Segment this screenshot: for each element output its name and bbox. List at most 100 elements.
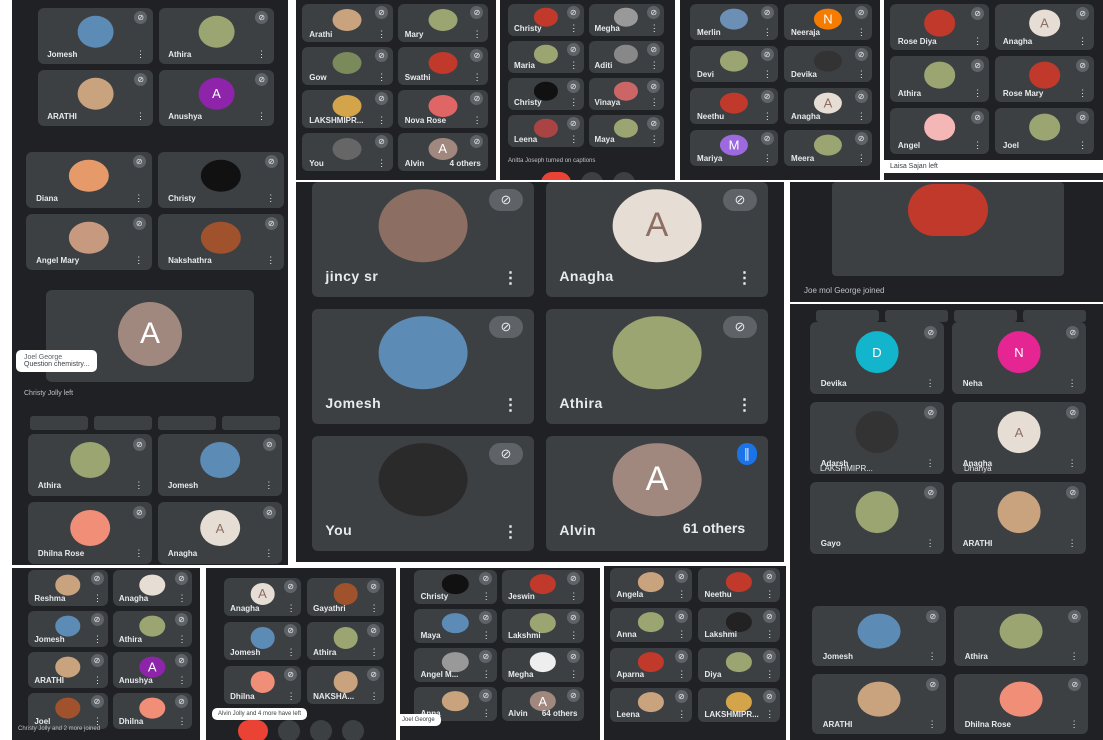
participant-tile[interactable]: ⊘ You ⋮ (312, 436, 534, 551)
more-options-icon[interactable]: ⋮ (266, 255, 275, 265)
more-options-icon[interactable]: ⋮ (257, 49, 266, 59)
camera-button[interactable] (310, 720, 332, 740)
more-options-icon[interactable]: ⋮ (569, 630, 578, 640)
more-options-icon[interactable]: ⋮ (473, 72, 482, 82)
more-options-icon[interactable]: ⋮ (93, 634, 102, 644)
more-options-icon[interactable]: ⋮ (763, 153, 772, 163)
more-options-icon[interactable]: ⋮ (569, 591, 578, 601)
more-options-icon[interactable]: ⋮ (482, 669, 491, 679)
more-options-icon[interactable]: ⋮ (1068, 378, 1077, 388)
participant-tile[interactable]: ⊘ You ⋮ (302, 133, 393, 171)
more-options-icon[interactable]: ⋮ (928, 651, 937, 661)
more-options-icon[interactable]: ⋮ (1078, 36, 1087, 46)
more-options-icon[interactable]: ⋮ (973, 36, 982, 46)
more-options-icon[interactable]: ⋮ (482, 591, 491, 601)
more-options-icon[interactable]: ⋮ (736, 397, 752, 414)
participant-tile[interactable]: A ⊘ Anagha ⋮ (995, 4, 1094, 50)
more-options-icon[interactable]: ⋮ (763, 69, 772, 79)
video-tile[interactable] (832, 182, 1064, 276)
more-options-icon[interactable]: ⋮ (264, 549, 273, 558)
more-options-icon[interactable]: ⋮ (502, 270, 518, 287)
participant-tile[interactable]: ⊘ Meera ⋮ (784, 130, 872, 166)
participant-tile[interactable]: ⊘ Jomesh ⋮ (312, 309, 534, 424)
participant-tile[interactable]: ⊘ Joel ⋮ (995, 108, 1094, 154)
participant-tile[interactable]: ⊘ Neethu ⋮ (698, 568, 780, 602)
participant-tile[interactable]: ⊘ Reshma ⋮ (28, 570, 108, 606)
more-options-icon[interactable]: ⋮ (973, 88, 982, 98)
participant-tile[interactable]: N ⊘ Neeraja ⋮ (784, 4, 872, 40)
participant-tile[interactable]: ⊘ Nova Rose ⋮ (397, 90, 488, 128)
more-options-icon[interactable]: ⋮ (134, 549, 143, 558)
more-options-icon[interactable]: ⋮ (502, 397, 518, 414)
more-options-icon[interactable]: ⋮ (482, 630, 491, 640)
participant-tile[interactable]: ⊘ Jomesh ⋮ (224, 622, 301, 660)
more-options-icon[interactable]: ⋮ (765, 629, 774, 639)
more-options-icon[interactable]: ⋮ (569, 135, 578, 144)
more-options-icon[interactable]: ⋮ (569, 61, 578, 70)
more-options-icon[interactable]: ⋮ (377, 115, 386, 125)
participant-tile[interactable]: ⊘ Megha ⋮ (588, 4, 664, 36)
more-options-icon[interactable]: ⋮ (502, 524, 518, 541)
participant-tile[interactable]: ⊘ Nakshathra ⋮ (158, 214, 284, 270)
more-options-icon[interactable]: ⋮ (857, 111, 866, 121)
more-options-icon[interactable]: ⋮ (926, 378, 935, 388)
more-options-icon[interactable]: ⋮ (677, 709, 686, 719)
more-options-icon[interactable]: ⋮ (569, 669, 578, 679)
more-options-icon[interactable]: ⋮ (1078, 140, 1087, 150)
more-options-icon[interactable]: ⋮ (264, 481, 273, 490)
more-options-icon[interactable]: ⋮ (287, 647, 296, 657)
participant-tile[interactable]: ⊘ Lakshmi ⋮ (501, 609, 584, 643)
others-count-badge[interactable]: 64 others (542, 709, 578, 718)
participant-tile[interactable]: A ⊘ Anagha ⋮ (784, 88, 872, 124)
participant-tile[interactable]: A ⊘ Anushya ⋮ (159, 70, 274, 126)
more-options-icon[interactable]: ⋮ (928, 719, 937, 729)
participant-tile[interactable]: ⊘ Anna ⋮ (610, 608, 692, 642)
participant-tile[interactable]: ⊘ Gayo ⋮ (810, 482, 944, 554)
participant-tile[interactable]: A ⊘ Anagha ⋮ (158, 502, 282, 564)
participant-tile[interactable]: ⊘ Maya ⋮ (588, 115, 664, 147)
participant-tile[interactable]: ⊘ Christy ⋮ (508, 78, 584, 110)
more-options-icon[interactable]: ⋮ (482, 708, 491, 718)
more-options-icon[interactable]: ⋮ (765, 669, 774, 679)
more-options-icon[interactable]: ⋮ (650, 98, 659, 107)
participant-tile[interactable]: ⊘ Athira ⋮ (954, 606, 1088, 666)
participant-tile[interactable]: ⊘ Megha ⋮ (501, 648, 584, 682)
more-options-icon[interactable]: ⋮ (287, 603, 296, 613)
more-options-icon[interactable]: ⋮ (93, 675, 102, 685)
more-options-icon[interactable]: ⋮ (136, 111, 145, 121)
more-options-icon[interactable]: ⋮ (677, 629, 686, 639)
more-options-icon[interactable]: ⋮ (765, 589, 774, 599)
more-options-icon[interactable]: ⋮ (569, 24, 578, 33)
participant-tile[interactable]: ⊘ Anagha ⋮ (112, 570, 192, 606)
more-options-icon[interactable]: ⋮ (377, 72, 386, 82)
participant-tile[interactable]: ⊘ jincy sr ⋮ (312, 182, 534, 297)
more-options-icon[interactable]: ⋮ (473, 29, 482, 39)
more-options-icon[interactable]: ⋮ (377, 29, 386, 39)
participant-tile[interactable]: ⊘ Leena ⋮ (508, 115, 584, 147)
more-options-icon[interactable]: ⋮ (134, 255, 143, 265)
participant-tile[interactable]: ⊘ Maya ⋮ (414, 609, 497, 643)
participant-tile[interactable]: ⊘ Diya ⋮ (698, 648, 780, 682)
more-options-icon[interactable]: ⋮ (650, 61, 659, 70)
participant-tile[interactable]: A ⊘ Anagha ⋮ (224, 578, 301, 616)
participant-tile[interactable]: ⊘ Aditi ⋮ (588, 41, 664, 73)
more-options-icon[interactable]: ⋮ (765, 709, 774, 719)
more-options-icon[interactable]: ⋮ (763, 111, 772, 121)
participant-tile[interactable]: ⊘ Athira ⋮ (890, 56, 989, 102)
participant-tile[interactable]: ⊘ Athira ⋮ (546, 309, 768, 424)
more-options-icon[interactable]: ⋮ (134, 481, 143, 490)
participant-tile[interactable]: ⊘ ARATHI ⋮ (952, 482, 1086, 554)
camera-button[interactable] (612, 172, 635, 180)
participant-tile[interactable]: ⊘ Athira ⋮ (28, 434, 152, 496)
participant-tile[interactable]: ⊘ Leena ⋮ (610, 688, 692, 722)
more-options-icon[interactable]: ⋮ (1078, 88, 1087, 98)
more-options-icon[interactable]: ⋮ (926, 458, 935, 468)
participant-tile[interactable]: ⊘ Dhilna Rose ⋮ (28, 502, 152, 564)
participant-tile[interactable]: ⊘ Christy ⋮ (508, 4, 584, 36)
mic-button[interactable] (278, 720, 300, 740)
end-call-button[interactable] (238, 720, 268, 740)
participant-tile[interactable]: ⊘ Devi ⋮ (690, 46, 778, 82)
chat-toast[interactable]: Joel George Question chemistry... (16, 350, 98, 372)
more-button[interactable] (342, 720, 364, 740)
participant-tile[interactable]: D ⊘ Devika ⋮ (810, 322, 944, 394)
